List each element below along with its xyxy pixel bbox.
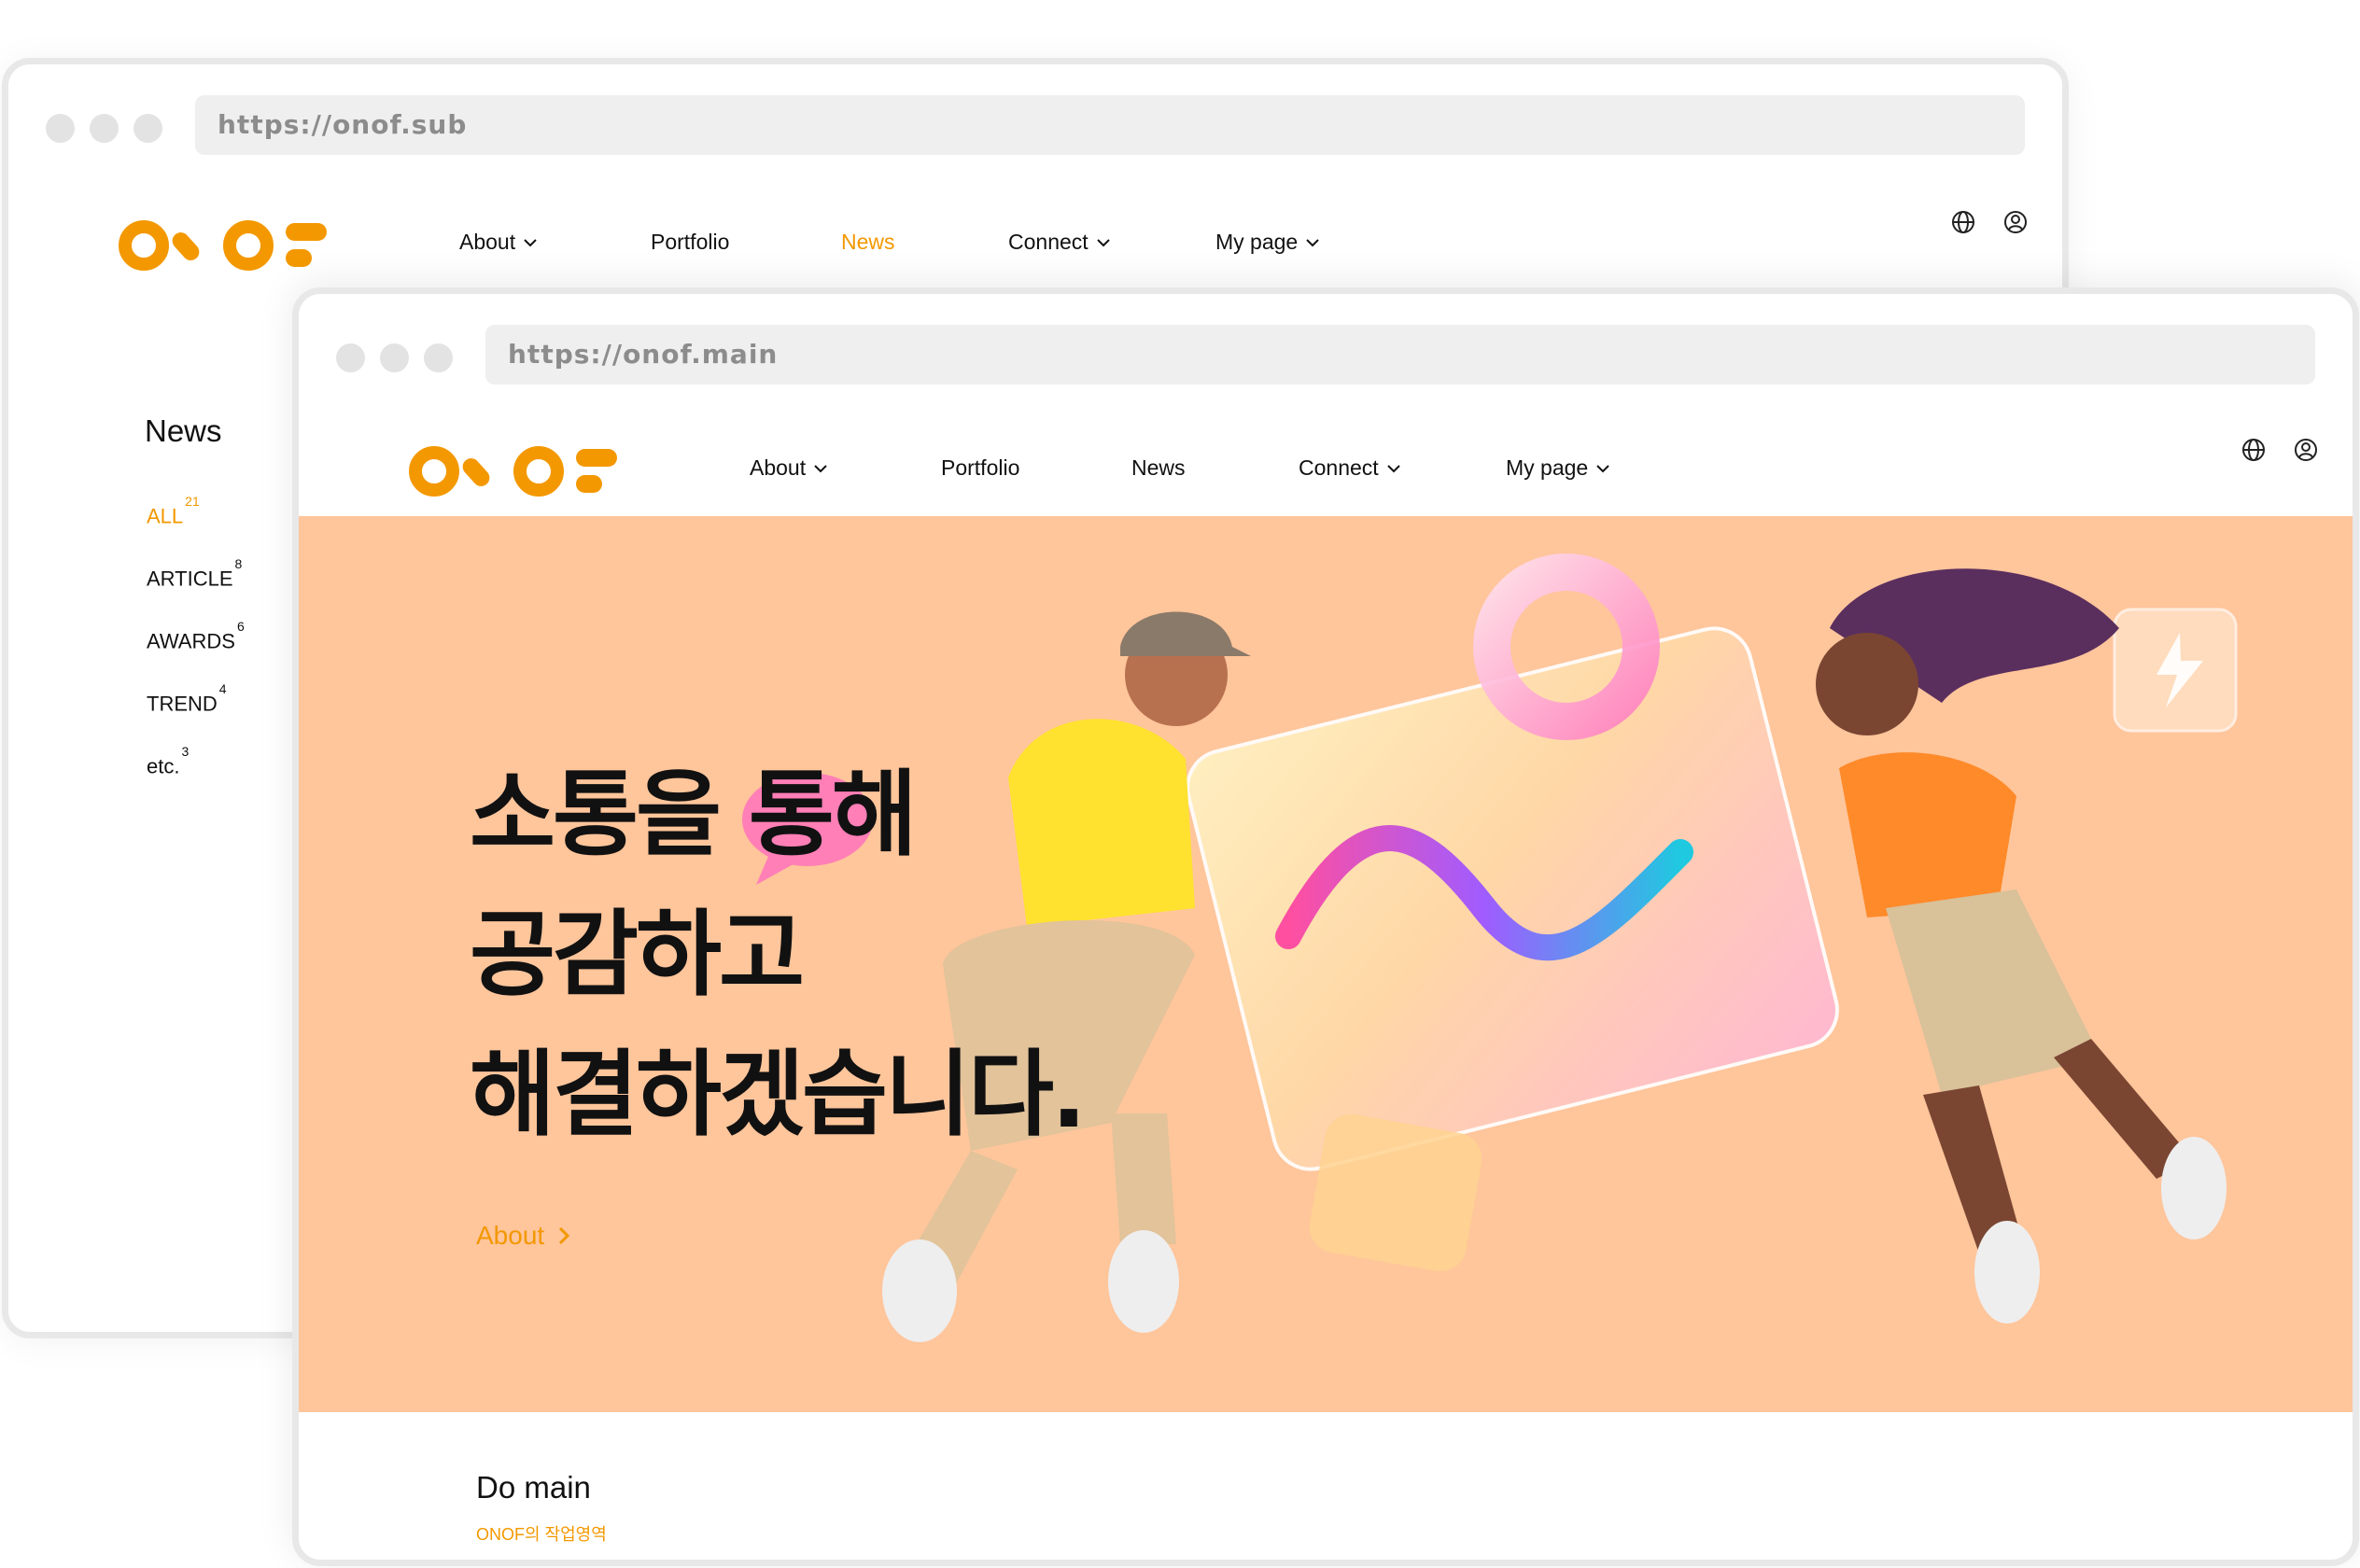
news-category-list: ALL21 ARTICLE8 AWARDS6 TREND4 etc.3 (147, 494, 245, 816)
chevron-down-icon (1386, 464, 1400, 472)
headline-line: 공감하고 (470, 900, 805, 1009)
category-etc[interactable]: etc.3 (147, 744, 245, 816)
address-bar[interactable]: https://onof.main (485, 325, 2315, 385)
category-count: 21 (185, 494, 200, 509)
category-awards[interactable]: AWARDS6 (147, 619, 245, 691)
sidebar-title: News (145, 413, 222, 448)
close-dot[interactable] (46, 114, 75, 143)
category-all[interactable]: ALL21 (147, 494, 245, 566)
globe-icon[interactable] (2241, 437, 2267, 463)
nav-label: Connect (1299, 455, 1379, 480)
nav-label: My page (1506, 455, 1589, 480)
onof-logo[interactable] (118, 217, 329, 273)
minimize-dot[interactable] (90, 114, 119, 143)
utility-icons (1950, 209, 2029, 235)
category-label: ALL (147, 504, 184, 528)
category-count: 6 (236, 619, 245, 634)
category-label: TREND (147, 692, 218, 716)
close-dot[interactable] (336, 343, 365, 372)
headline-line: 소통을 통해 (470, 760, 918, 869)
section-subtitle: ONOF의 작업영역 (476, 1525, 607, 1544)
nav-about[interactable]: About (459, 230, 538, 255)
category-label: AWARDS (147, 629, 235, 653)
nav-label: About (459, 230, 516, 254)
nav-label: News (841, 230, 895, 254)
nav-label: Portfolio (651, 230, 730, 254)
nav-connect[interactable]: Connect (1008, 230, 1111, 255)
hero-banner: 소통을 통해 공감하고 해결하겠습니다. About (299, 516, 2353, 1412)
onof-logo[interactable] (408, 443, 619, 499)
nav-label: News (1131, 455, 1186, 480)
nav-news[interactable]: News (841, 230, 895, 255)
chevron-down-icon (524, 238, 537, 246)
category-label: ARTICLE (147, 567, 233, 591)
headline-line: 해결하겠습니다. (470, 1040, 1087, 1149)
address-bar[interactable]: https://onof.sub (195, 95, 2025, 155)
hero-headline: 소통을 통해 공감하고 해결하겠습니다. (470, 745, 1087, 1165)
minimize-dot[interactable] (380, 343, 409, 372)
section-title: Do main (476, 1470, 591, 1505)
user-icon[interactable] (2293, 437, 2319, 463)
chevron-down-icon (1096, 238, 1110, 246)
nav-label: About (750, 455, 807, 480)
nav-label: Portfolio (941, 455, 1020, 480)
nav-portfolio[interactable]: Portfolio (651, 230, 729, 255)
utility-icons (2241, 437, 2319, 463)
nav-label: Connect (1008, 230, 1089, 254)
about-link-label: About (476, 1221, 545, 1250)
nav-mypage[interactable]: My page (1506, 455, 1610, 481)
nav-about[interactable]: About (750, 455, 828, 481)
browser-window-main: https://onof.main About Portfolio News C… (292, 287, 2359, 1566)
window-controls (46, 114, 162, 143)
nav-connect[interactable]: Connect (1299, 455, 1401, 481)
nav-mypage[interactable]: My page (1215, 230, 1320, 255)
maximize-dot[interactable] (424, 343, 453, 372)
chevron-down-icon (1306, 238, 1319, 246)
nav-portfolio[interactable]: Portfolio (941, 455, 1019, 481)
user-icon[interactable] (2002, 209, 2029, 235)
category-trend[interactable]: TREND4 (147, 681, 245, 753)
nav-news[interactable]: News (1131, 455, 1186, 481)
category-label: etc. (147, 754, 180, 778)
category-count: 8 (234, 556, 243, 571)
globe-icon[interactable] (1950, 209, 1976, 235)
window-controls (336, 343, 453, 372)
about-link[interactable]: About (476, 1221, 570, 1251)
chevron-down-icon (1596, 464, 1609, 472)
category-count: 4 (218, 681, 227, 696)
category-count: 3 (181, 744, 190, 759)
category-article[interactable]: ARTICLE8 (147, 556, 245, 628)
nav-label: My page (1215, 230, 1299, 254)
chevron-down-icon (814, 464, 827, 472)
chevron-right-icon (559, 1226, 570, 1245)
maximize-dot[interactable] (133, 114, 162, 143)
